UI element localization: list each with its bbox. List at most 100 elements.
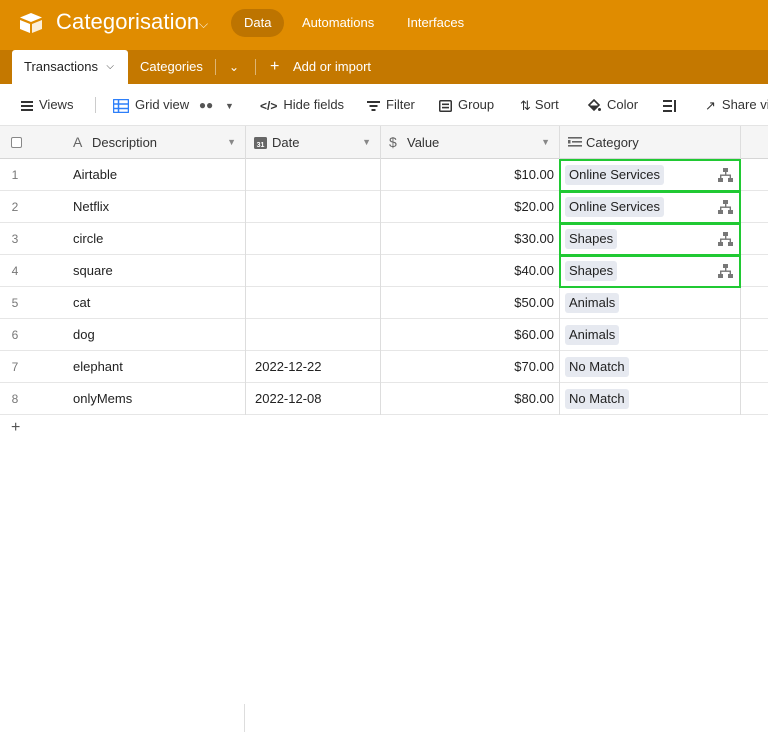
cell-description[interactable]: circle: [73, 223, 103, 255]
cell-value[interactable]: $20.00: [381, 191, 554, 223]
add-record-area: [0, 704, 245, 732]
tab-divider: [215, 59, 216, 75]
table-row[interactable]: 5 cat $50.00 Animals: [0, 287, 768, 319]
filter-button[interactable]: Filter: [367, 84, 415, 126]
app-header: Categorisation ⌵ Data Automations Interf…: [0, 0, 768, 50]
sort-button[interactable]: ⇅ Sort: [520, 84, 559, 126]
sort-label: Sort: [534, 97, 559, 112]
table-row[interactable]: 7 elephant 2022-12-22 $70.00 No Match: [0, 351, 768, 383]
table-row[interactable]: 6 dog $60.00 Animals: [0, 319, 768, 351]
menu-icon: [21, 100, 33, 111]
chevron-down-icon[interactable]: ▼: [541, 126, 550, 159]
nav-automations[interactable]: Automations: [289, 9, 387, 37]
filter-label: Filter: [386, 97, 415, 112]
add-record-icon[interactable]: +: [11, 419, 20, 437]
row-number: 7: [11, 360, 19, 374]
column-value[interactable]: Value: [407, 126, 439, 159]
plus-icon[interactable]: +: [270, 50, 279, 84]
cell-description[interactable]: onlyMems: [73, 383, 132, 415]
select-all-checkbox[interactable]: [11, 137, 22, 148]
paint-bucket-icon: [587, 98, 601, 111]
row-height-icon: [663, 99, 676, 112]
nav-interfaces[interactable]: Interfaces: [394, 9, 477, 37]
tab-transactions-label: Transactions: [24, 59, 98, 74]
cell-description[interactable]: Airtable: [73, 159, 117, 191]
share-view-button[interactable]: ↗ Share view: [705, 84, 768, 126]
chevron-down-icon[interactable]: ⌵: [106, 50, 114, 84]
grid-icon: [113, 98, 129, 113]
row-number: 5: [11, 296, 19, 310]
cell-value[interactable]: $50.00: [381, 287, 554, 319]
chevron-down-icon[interactable]: ▼: [225, 101, 234, 111]
sort-icon: ⇅: [520, 97, 531, 113]
hide-fields-button[interactable]: </> Hide fields: [260, 84, 344, 126]
toolbar-divider: [95, 97, 96, 113]
base-logo-icon[interactable]: [19, 12, 43, 34]
category-chip[interactable]: Animals: [565, 325, 620, 345]
row-number: 3: [11, 232, 19, 246]
color-label: Color: [607, 97, 639, 112]
add-or-import-button[interactable]: Add or import: [293, 50, 371, 84]
nav-data[interactable]: Data: [231, 9, 285, 37]
cell-value[interactable]: $40.00: [381, 255, 554, 287]
row-number: 4: [11, 264, 19, 278]
cell-description[interactable]: square: [73, 255, 113, 287]
selected-cell-outline: [559, 223, 741, 256]
group-label: Group: [458, 97, 495, 112]
text-field-icon: A: [73, 134, 83, 150]
share-view-label: Share view: [721, 97, 768, 112]
grid-view-label: Grid view: [135, 97, 190, 112]
cell-description[interactable]: dog: [73, 319, 95, 351]
cell-description[interactable]: Netflix: [73, 191, 109, 223]
tab-categories[interactable]: Categories: [140, 50, 203, 84]
grid-view-button[interactable]: Grid view ●● ▼: [113, 84, 234, 126]
selected-cell-outline: [559, 191, 741, 224]
chevron-down-icon[interactable]: ▼: [227, 126, 236, 159]
row-number: 1: [11, 168, 19, 182]
collaborators-icon: ●●: [198, 98, 214, 112]
cell-value[interactable]: $80.00: [381, 383, 554, 415]
group-icon: [439, 99, 452, 112]
add-record-row[interactable]: +: [0, 415, 768, 732]
column-description[interactable]: Description: [92, 126, 157, 159]
column-category[interactable]: Category: [586, 126, 639, 159]
cell-date[interactable]: 2022-12-08: [255, 383, 322, 415]
tab-transactions[interactable]: Transactions ⌵: [12, 50, 128, 84]
header-primary: A Description ▼: [0, 126, 246, 159]
table-row[interactable]: 8 onlyMems 2022-12-08 $80.00 No Match: [0, 383, 768, 415]
linked-record-icon: [568, 137, 582, 147]
category-chip[interactable]: Animals: [565, 293, 620, 313]
cell-description[interactable]: cat: [73, 287, 90, 319]
view-toolbar: Views Grid view ●● ▼ </> Hide fields Filt…: [0, 84, 768, 126]
color-button[interactable]: Color: [587, 84, 638, 126]
group-button[interactable]: Group: [439, 84, 494, 126]
filter-icon: [367, 100, 380, 111]
eye-off-icon: </>: [260, 98, 278, 113]
row-number: 6: [11, 328, 19, 342]
header-category: Category: [560, 126, 741, 159]
cell-value[interactable]: $30.00: [381, 223, 554, 255]
cell-value[interactable]: $10.00: [381, 159, 554, 191]
cell-description[interactable]: elephant: [73, 351, 123, 383]
tables-dropdown-chevron-icon[interactable]: ⌄: [229, 50, 239, 84]
views-button[interactable]: Views: [21, 84, 73, 126]
chevron-down-icon[interactable]: ▼: [362, 126, 371, 159]
cell-value[interactable]: $60.00: [381, 319, 554, 351]
tab-divider: [255, 59, 256, 75]
header-date: 31 Date ▼: [246, 126, 381, 159]
hide-fields-label: Hide fields: [283, 97, 345, 112]
row-height-button[interactable]: [663, 84, 677, 126]
share-icon: ↗: [705, 97, 716, 113]
category-chip[interactable]: No Match: [565, 357, 629, 377]
cell-value[interactable]: $70.00: [381, 351, 554, 383]
column-date[interactable]: Date: [272, 126, 299, 159]
base-menu-chevron-icon[interactable]: ⌵: [199, 17, 208, 32]
calendar-icon: 31: [254, 137, 267, 149]
selected-cell-outline: [559, 255, 741, 288]
cell-date[interactable]: 2022-12-22: [255, 351, 322, 383]
base-title[interactable]: Categorisation: [56, 9, 199, 35]
grid-header: A Description ▼ 31 Date ▼ $ Value ▼ Cate…: [0, 126, 768, 159]
table-tabs: Transactions ⌵ Categories ⌄ + Add or imp…: [0, 50, 768, 84]
category-chip[interactable]: No Match: [565, 389, 629, 409]
views-label: Views: [39, 97, 74, 112]
